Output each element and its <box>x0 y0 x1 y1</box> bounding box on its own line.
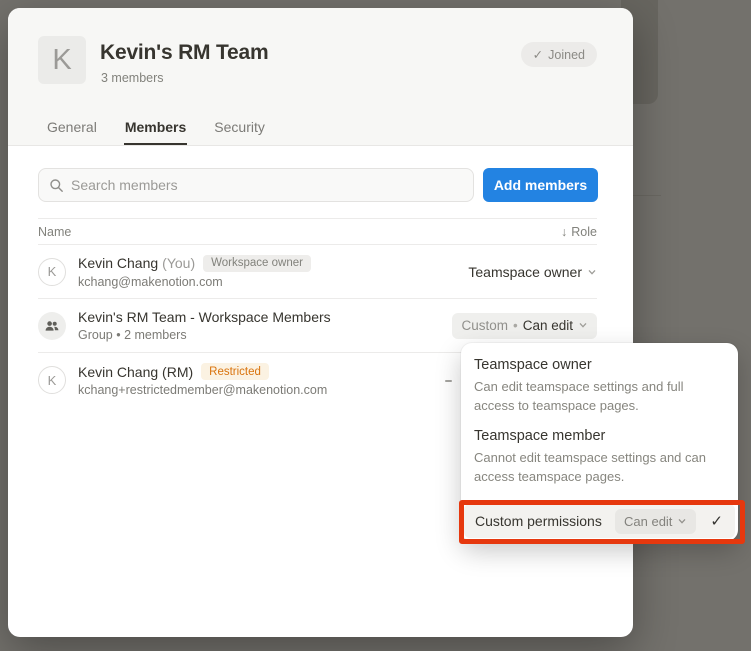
role-value: Teamspace owner <box>468 264 582 280</box>
avatar-letter: K <box>48 373 57 388</box>
table-row: K Kevin Chang (You) Workspace owner kcha… <box>38 245 597 299</box>
tab-bar: General Members Security <box>46 119 266 145</box>
can-edit-dropdown[interactable]: Can edit <box>615 509 696 534</box>
menu-item-title: Teamspace owner <box>474 355 725 375</box>
member-info: Kevin Chang (You) Workspace owner kchang… <box>78 255 468 289</box>
group-icon <box>38 312 66 340</box>
check-icon: ✓ <box>710 512 723 530</box>
occluded-role-fragment <box>445 380 452 382</box>
sort-descending-icon: ↓ <box>561 225 567 239</box>
member-name: Kevin Chang (RM) <box>78 364 193 380</box>
teamspace-title: Kevin's RM Team <box>100 41 269 65</box>
can-edit-value: Can edit <box>624 514 672 529</box>
role-column-header[interactable]: ↓ Role <box>561 225 597 239</box>
modal-header: K Kevin's RM Team 3 members ✓ Joined Gen… <box>8 8 633 146</box>
member-name: Kevin's RM Team - Workspace Members <box>78 309 331 325</box>
chevron-down-icon <box>587 264 597 280</box>
restricted-badge: Restricted <box>201 363 269 380</box>
avatar: K <box>38 366 66 394</box>
member-count: 3 members <box>101 71 164 85</box>
member-name-suffix: (You) <box>162 255 195 271</box>
workspace-owner-badge: Workspace owner <box>203 255 311 272</box>
teamspace-settings-modal: K Kevin's RM Team 3 members ✓ Joined Gen… <box>8 8 633 637</box>
check-icon: ✓ <box>533 47 543 62</box>
tab-security[interactable]: Security <box>213 119 266 145</box>
member-info: Kevin's RM Team - Workspace Members Grou… <box>78 309 452 342</box>
menu-item-title: Teamspace member <box>474 426 725 446</box>
role-pill-prefix: Custom <box>461 318 508 333</box>
menu-item-custom-permissions[interactable]: Custom permissions Can edit ✓ <box>464 504 735 538</box>
background-divider-fragment <box>633 195 661 196</box>
tab-general[interactable]: General <box>46 119 98 145</box>
avatar-letter: K <box>48 264 57 279</box>
teamspace-avatar[interactable]: K <box>38 36 86 84</box>
add-members-button[interactable]: Add members <box>483 168 598 202</box>
chevron-down-icon <box>677 514 687 529</box>
joined-badge[interactable]: ✓ Joined <box>521 42 597 67</box>
joined-badge-label: Joined <box>548 48 585 62</box>
member-email: kchang@makenotion.com <box>78 275 468 289</box>
avatar: K <box>38 258 66 286</box>
name-column-header: Name <box>38 225 71 239</box>
role-pill-value: Can edit <box>523 318 573 333</box>
table-header: Name ↓ Role <box>38 218 597 245</box>
role-dropdown-trigger[interactable]: Custom • Can edit <box>452 313 597 339</box>
chevron-down-icon <box>578 318 588 333</box>
menu-item-description: Cannot edit teamspace settings and can a… <box>474 448 725 486</box>
member-name: Kevin Chang <box>78 255 158 271</box>
role-dropdown-trigger[interactable]: Teamspace owner <box>468 264 597 280</box>
role-dropdown-menu: Teamspace owner Can edit teamspace setti… <box>461 343 738 541</box>
search-members-input[interactable] <box>71 177 463 193</box>
teamspace-avatar-letter: K <box>52 44 71 77</box>
search-members-box <box>38 168 474 202</box>
custom-permissions-label: Custom permissions <box>475 513 602 529</box>
role-pill-separator: • <box>513 318 518 333</box>
menu-item-description: Can edit teamspace settings and full acc… <box>474 377 725 415</box>
role-column-label: Role <box>571 225 597 239</box>
search-icon <box>49 178 64 193</box>
group-subtitle: Group • 2 members <box>78 328 452 342</box>
menu-item-teamspace-member[interactable]: Teamspace member Cannot edit teamspace s… <box>461 421 738 492</box>
tab-members[interactable]: Members <box>124 119 187 145</box>
menu-item-teamspace-owner[interactable]: Teamspace owner Can edit teamspace setti… <box>461 350 738 421</box>
